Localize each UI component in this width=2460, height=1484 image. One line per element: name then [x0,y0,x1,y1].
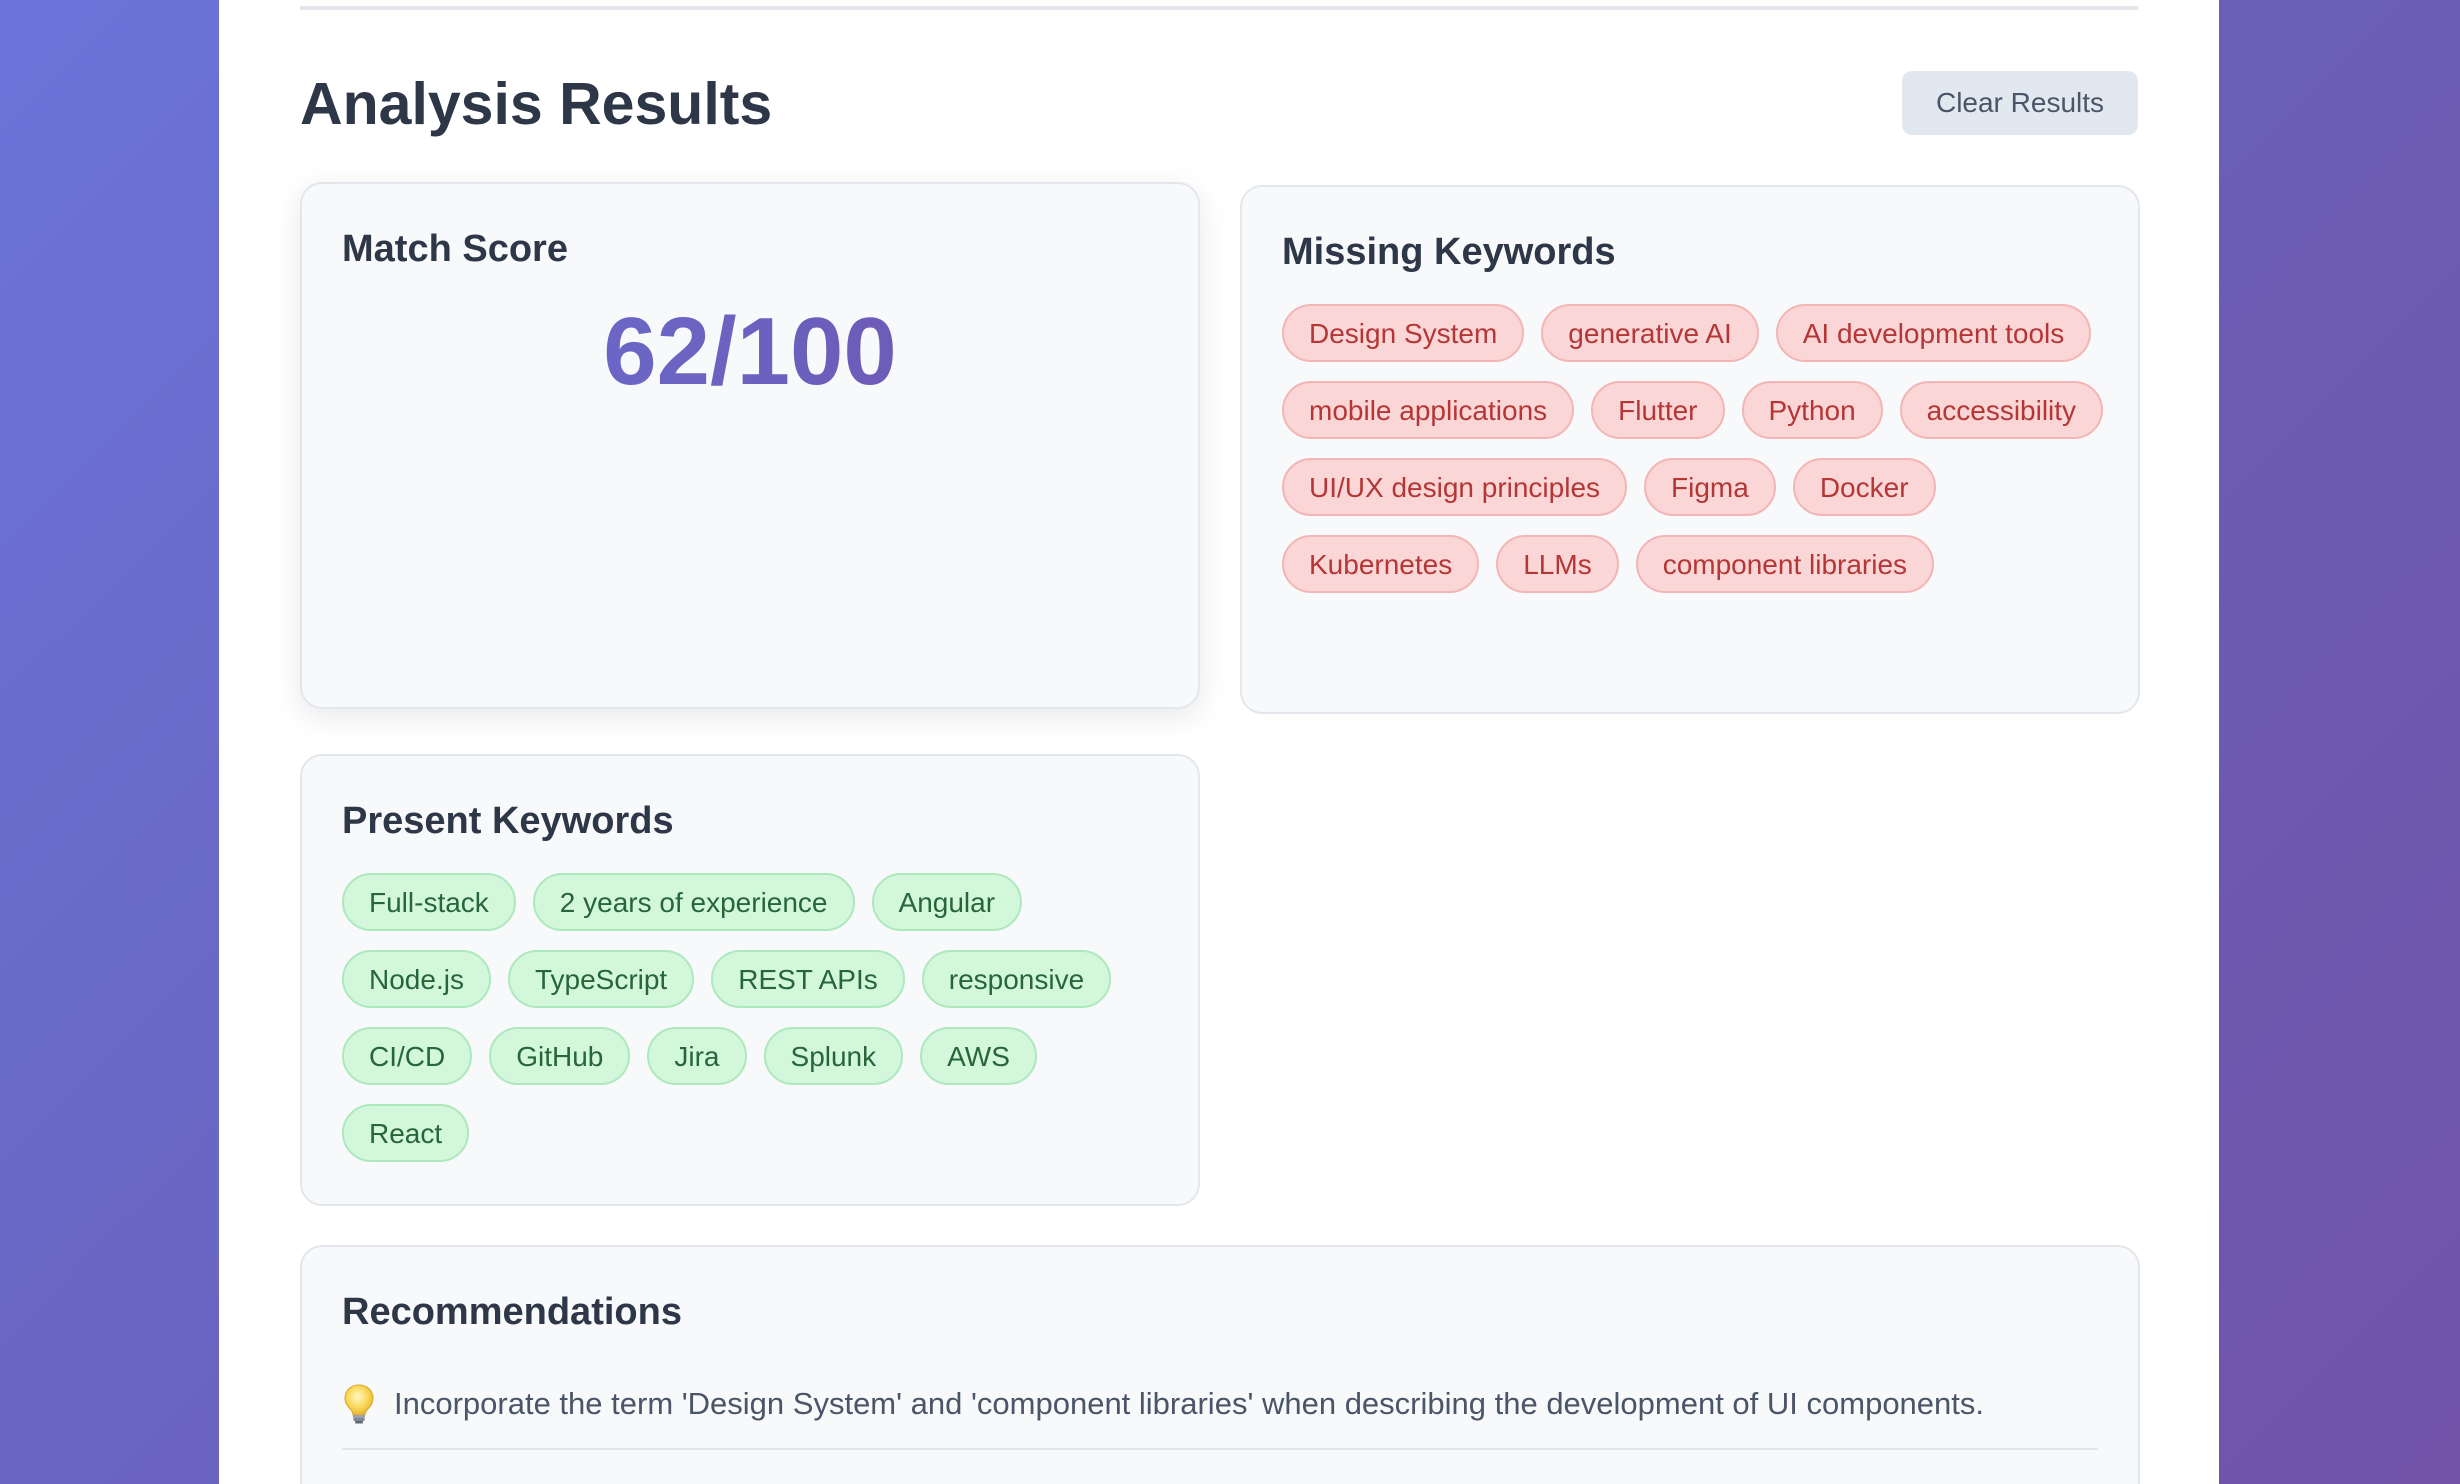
present-keyword-tag: TypeScript [507,950,695,1008]
match-score-card: Match Score 62/100 [300,182,1200,709]
present-keywords-title: Present Keywords [342,800,674,842]
page-title: Analysis Results [300,71,773,137]
present-keyword-tag: REST APIs [711,950,905,1008]
missing-keywords-card: Missing Keywords Design System generative… [1240,185,2140,714]
match-score-title: Match Score [342,228,568,270]
present-keyword-tag: Node.js [342,950,491,1008]
results-panel: Analysis Results Clear Results Match Sco… [219,0,2219,1484]
missing-keyword-tag: AI development tools [1775,304,2092,362]
present-keyword-tag: Jira [647,1027,747,1085]
missing-keyword-tag: mobile applications [1282,381,1575,439]
missing-keyword-tag: accessibility [1899,381,2104,439]
present-keyword-tag: AWS [920,1027,1037,1085]
recommendation-item: Incorporate the term 'Design System' and… [342,1382,2098,1450]
missing-keyword-tag: Design System [1282,304,1525,362]
recommendation-text: Incorporate the term 'Design System' and… [394,1386,1985,1421]
missing-keyword-tag: LLMs [1496,535,1619,593]
missing-keyword-tag: component libraries [1635,535,1935,593]
present-keywords-list: Full-stack 2 years of experience Angular No… [342,873,1168,1162]
missing-keyword-tag: generative AI [1541,304,1759,362]
missing-keywords-list: Design System generative AI AI development… [1282,304,2108,593]
present-keyword-tag: GitHub [489,1027,631,1085]
present-keyword-tag: CI/CD [342,1027,473,1085]
present-keywords-card: Present Keywords Full-stack 2 years of ex… [300,754,1200,1206]
missing-keyword-tag: Docker [1792,458,1936,516]
missing-keyword-tag: Figma [1644,458,1776,516]
recommendations-title: Recommendations [342,1291,682,1333]
present-keyword-tag: Splunk [763,1027,904,1085]
missing-keyword-tag: Kubernetes [1282,535,1480,593]
match-score-value: 62/100 [302,292,1198,412]
lightbulb-icon [342,1382,376,1426]
present-keyword-tag: React [342,1104,470,1162]
missing-keywords-title: Missing Keywords [1282,231,1616,273]
missing-keyword-tag: Python [1741,381,1883,439]
missing-keyword-tag: UI/UX design principles [1282,458,1628,516]
present-keyword-tag: 2 years of experience [532,873,855,931]
missing-keyword-tag: Flutter [1591,381,1725,439]
recommendations-card: Recommendations Incorporate the term 'De… [300,1245,2140,1484]
top-divider [300,6,2138,10]
present-keyword-tag: Full-stack [342,873,516,931]
clear-results-button[interactable]: Clear Results [1902,71,2138,135]
present-keyword-tag: responsive [921,950,1112,1008]
present-keyword-tag: Angular [871,873,1023,931]
